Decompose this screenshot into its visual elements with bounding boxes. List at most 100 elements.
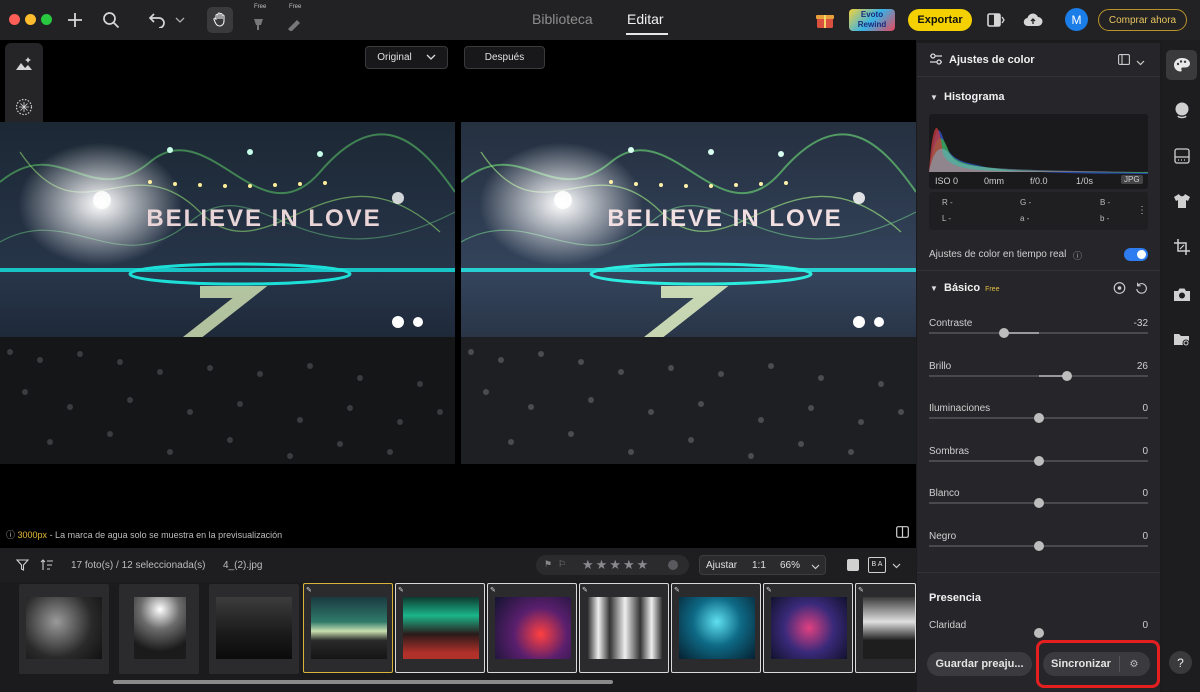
filmstrip-scrollbar[interactable] [113,680,613,684]
close-window-button[interactable] [9,14,20,25]
eraser-icon[interactable] [247,11,271,35]
plus-icon[interactable] [63,8,87,32]
undo-dropdown-chevron-icon[interactable] [170,8,190,32]
texture-icon[interactable] [14,97,34,117]
star-icon[interactable]: ★ [582,557,596,572]
export-button[interactable]: Exportar [908,9,972,31]
buy-now-button[interactable]: Comprar ahora [1098,9,1187,31]
slider-knob[interactable] [1034,541,1044,551]
collapse-triangle-icon[interactable]: ▼ [930,93,938,102]
slider-sombras[interactable]: Sombras 0 [929,446,1148,486]
slider-knob[interactable] [1062,371,1073,381]
slider-label: Iluminaciones [929,403,991,414]
save-preset-button[interactable]: Guardar preaju... [927,652,1032,676]
photo-thumbnail[interactable] [119,584,199,674]
help-circle-icon[interactable]: ⓘ [1073,249,1082,262]
photo-thumbnail-selected[interactable]: ✎ [579,583,669,673]
photo-thumbnail[interactable] [209,584,299,674]
slider-contraste[interactable]: Contraste -32 [929,318,1148,358]
slider-knob[interactable] [998,328,1009,338]
slider-value[interactable]: 0 [1142,403,1148,414]
view-mode-select[interactable]: Original [365,46,448,69]
avatar[interactable]: M [1065,8,1088,31]
photo-thumbnail-selected[interactable]: ✎ [395,583,485,673]
photo-thumbnail[interactable] [19,584,109,674]
folder-sync-icon[interactable] [1172,329,1192,349]
tab-library[interactable]: Biblioteca [532,11,593,27]
face-icon[interactable] [1172,100,1192,120]
sliders-icon [929,53,943,68]
hand-tool-button[interactable] [207,7,233,33]
shirt-icon[interactable] [1172,191,1192,211]
realtime-toggle[interactable] [1124,248,1148,261]
star-icon[interactable]: ★ [596,557,610,572]
slider-value[interactable]: -32 [1134,318,1148,329]
compare-window-icon[interactable] [984,8,1008,32]
camera-icon[interactable] [1172,284,1192,304]
evoto-rewind-badge[interactable]: Evoto Rewind [849,9,895,31]
chevron-down-icon[interactable] [1136,57,1145,69]
readout-r: R - [942,198,953,207]
slider-negro[interactable]: Negro 0 [929,531,1148,571]
after-view-button[interactable]: Después [464,46,545,69]
edited-pencil-icon: ✎ [398,587,404,594]
photo-thumbnail-selected[interactable]: ✎ [855,583,916,673]
slider-label: Claridad [929,620,967,631]
gift-icon[interactable] [813,8,837,32]
slider-value[interactable]: 26 [1137,361,1148,372]
one-to-one-button[interactable]: 1:1 [752,560,766,571]
slider-value[interactable]: 0 [1142,620,1148,631]
landscape-edit-icon[interactable] [14,54,34,74]
minimize-window-button[interactable] [25,14,36,25]
reject-flag-icon[interactable]: ⚐ [558,559,566,570]
zoom-level[interactable]: 66% [780,560,800,571]
slider-value[interactable]: 0 [1142,531,1148,542]
fit-button[interactable]: Ajustar [706,560,737,571]
star-icon[interactable]: ★ [637,557,651,572]
edited-pencil-icon: ✎ [490,587,496,594]
pattern-icon[interactable] [1172,146,1192,166]
single-view-icon[interactable] [847,559,859,571]
maximize-window-button[interactable] [41,14,52,25]
star-icon[interactable]: ★ [623,557,637,572]
tab-edit[interactable]: Editar [627,11,664,27]
slider-knob[interactable] [1034,413,1044,423]
help-button[interactable]: ? [1169,651,1192,674]
filmstrip: ✎ ✎ ✎ ✎ ✎ ✎ ✎ [0,582,916,692]
slider-value[interactable]: 0 [1142,488,1148,499]
photo-thumbnail-selected[interactable]: ✎ [487,583,577,673]
slider-knob[interactable] [1034,456,1044,466]
chevron-down-icon[interactable] [892,560,901,572]
undo-icon[interactable] [145,8,169,32]
brush-icon[interactable] [282,11,306,35]
split-view-icon[interactable] [896,526,909,538]
exif-shutter: 1/0s [1076,176,1094,186]
color-label-icon[interactable] [668,560,678,570]
slider-knob[interactable] [1034,628,1044,638]
chevron-down-icon[interactable] [811,561,820,573]
cloud-icon[interactable] [1021,8,1045,32]
slider-blanco[interactable]: Blanco 0 [929,488,1148,528]
slider-iluminaciones[interactable]: Iluminaciones 0 [929,403,1148,443]
star-rating[interactable]: ★★★★★ [582,557,650,573]
visibility-eye-icon[interactable] [1113,282,1126,297]
photo-thumbnail-active[interactable]: ✎ [303,583,393,673]
panel-layout-icon[interactable] [1118,54,1130,68]
before-after-toggle[interactable]: B A [868,557,886,573]
palette-icon[interactable] [1172,55,1192,75]
collapse-triangle-icon[interactable]: ▼ [930,284,938,293]
photo-thumbnail-selected[interactable]: ✎ [671,583,761,673]
crop-icon[interactable] [1172,237,1192,257]
sort-icon[interactable] [40,559,54,574]
flag-icon[interactable]: ⚑ [544,559,552,570]
reset-icon[interactable] [1135,282,1148,297]
photo-thumbnail-selected[interactable]: ✎ [763,583,853,673]
filter-icon[interactable] [15,559,30,574]
slider-knob[interactable] [1034,498,1044,508]
search-icon[interactable] [99,8,123,32]
slider-value[interactable]: 0 [1142,446,1148,457]
slider-label: Contraste [929,318,973,329]
star-icon[interactable]: ★ [609,557,623,572]
more-options-icon[interactable]: ⋮ [1137,205,1147,216]
slider-brillo[interactable]: Brillo 26 [929,361,1148,401]
